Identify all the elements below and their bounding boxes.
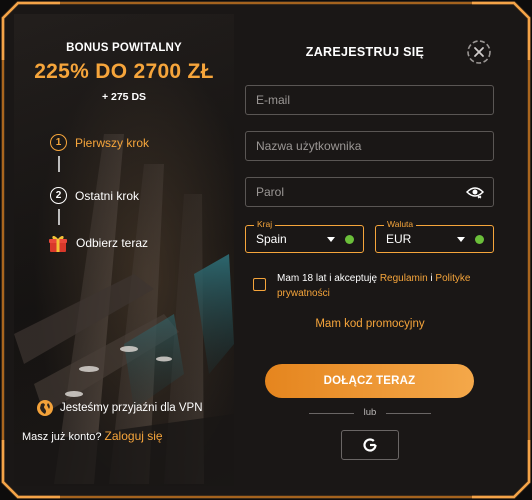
step-label: Pierwszy krok [75, 135, 150, 150]
currency-select[interactable]: Waluta EUR [375, 219, 494, 253]
step-1: 1 Pierwszy krok [50, 134, 149, 151]
terms-prefix: Mam 18 lat i akceptuję [277, 273, 380, 284]
step-2: 2 Ostatni krok [50, 187, 139, 204]
valid-dot-icon [345, 235, 354, 244]
join-button[interactable]: DOŁĄCZ TERAZ [265, 364, 474, 398]
gift-icon [49, 235, 67, 252]
terms-checkbox[interactable] [253, 278, 266, 291]
divider-text: lub [363, 407, 377, 418]
globe-icon [37, 400, 53, 416]
step-connector [58, 209, 60, 225]
bonus-extra: + 275 DS [101, 91, 147, 103]
country-legend: Kraj [254, 219, 276, 229]
google-icon [363, 438, 377, 452]
divider-line [386, 413, 431, 414]
divider-line [309, 413, 354, 414]
step-label: Ostatni krok [75, 188, 140, 203]
email-field[interactable] [245, 85, 494, 115]
vpn-note: Jesteśmy przyjaźni dla VPN [36, 399, 203, 417]
step-connector [58, 156, 60, 172]
promo-panel: BONUS POWITALNY 225% DO 2700 ZŁ + 275 DS… [14, 14, 234, 486]
currency-legend: Waluta [384, 219, 417, 229]
promo-code-link[interactable]: Mam kod promocyjny [300, 318, 440, 330]
valid-dot-icon [475, 235, 484, 244]
step-number: 1 [50, 134, 67, 151]
terms-text: Mam 18 lat i akceptuję Regulamin i Polit… [277, 271, 492, 301]
bonus-subtitle: BONUS POWITALNY [66, 42, 182, 54]
vpn-text: Jesteśmy przyjaźni dla VPN [60, 402, 203, 414]
currency-value: EUR [386, 232, 412, 246]
google-login-button[interactable] [341, 430, 399, 460]
step-label: Odbierz teraz [76, 236, 149, 250]
bonus-amount: 225% DO 2700 ZŁ [34, 60, 214, 83]
username-field[interactable] [245, 131, 494, 161]
form-title: ZAREJESTRUJ SIĘ [305, 45, 425, 59]
login-text: Masz już konto? [22, 431, 102, 443]
country-select[interactable]: Kraj Spain [245, 219, 364, 253]
login-prompt: Masz już konto? Zaloguj się [22, 429, 163, 443]
registration-modal: BONUS POWITALNY 225% DO 2700 ZŁ + 275 DS… [0, 0, 532, 500]
chevron-down-icon [457, 237, 465, 242]
step-3: Odbierz teraz [48, 233, 148, 253]
login-link[interactable]: Zaloguj się [105, 429, 163, 443]
close-icon[interactable] [466, 39, 492, 65]
chevron-down-icon [327, 237, 335, 242]
regulations-link[interactable]: Regulamin [380, 273, 428, 284]
country-value: Spain [256, 232, 287, 246]
password-field[interactable] [245, 177, 494, 207]
step-number: 2 [50, 187, 67, 204]
eye-icon[interactable] [466, 185, 484, 199]
